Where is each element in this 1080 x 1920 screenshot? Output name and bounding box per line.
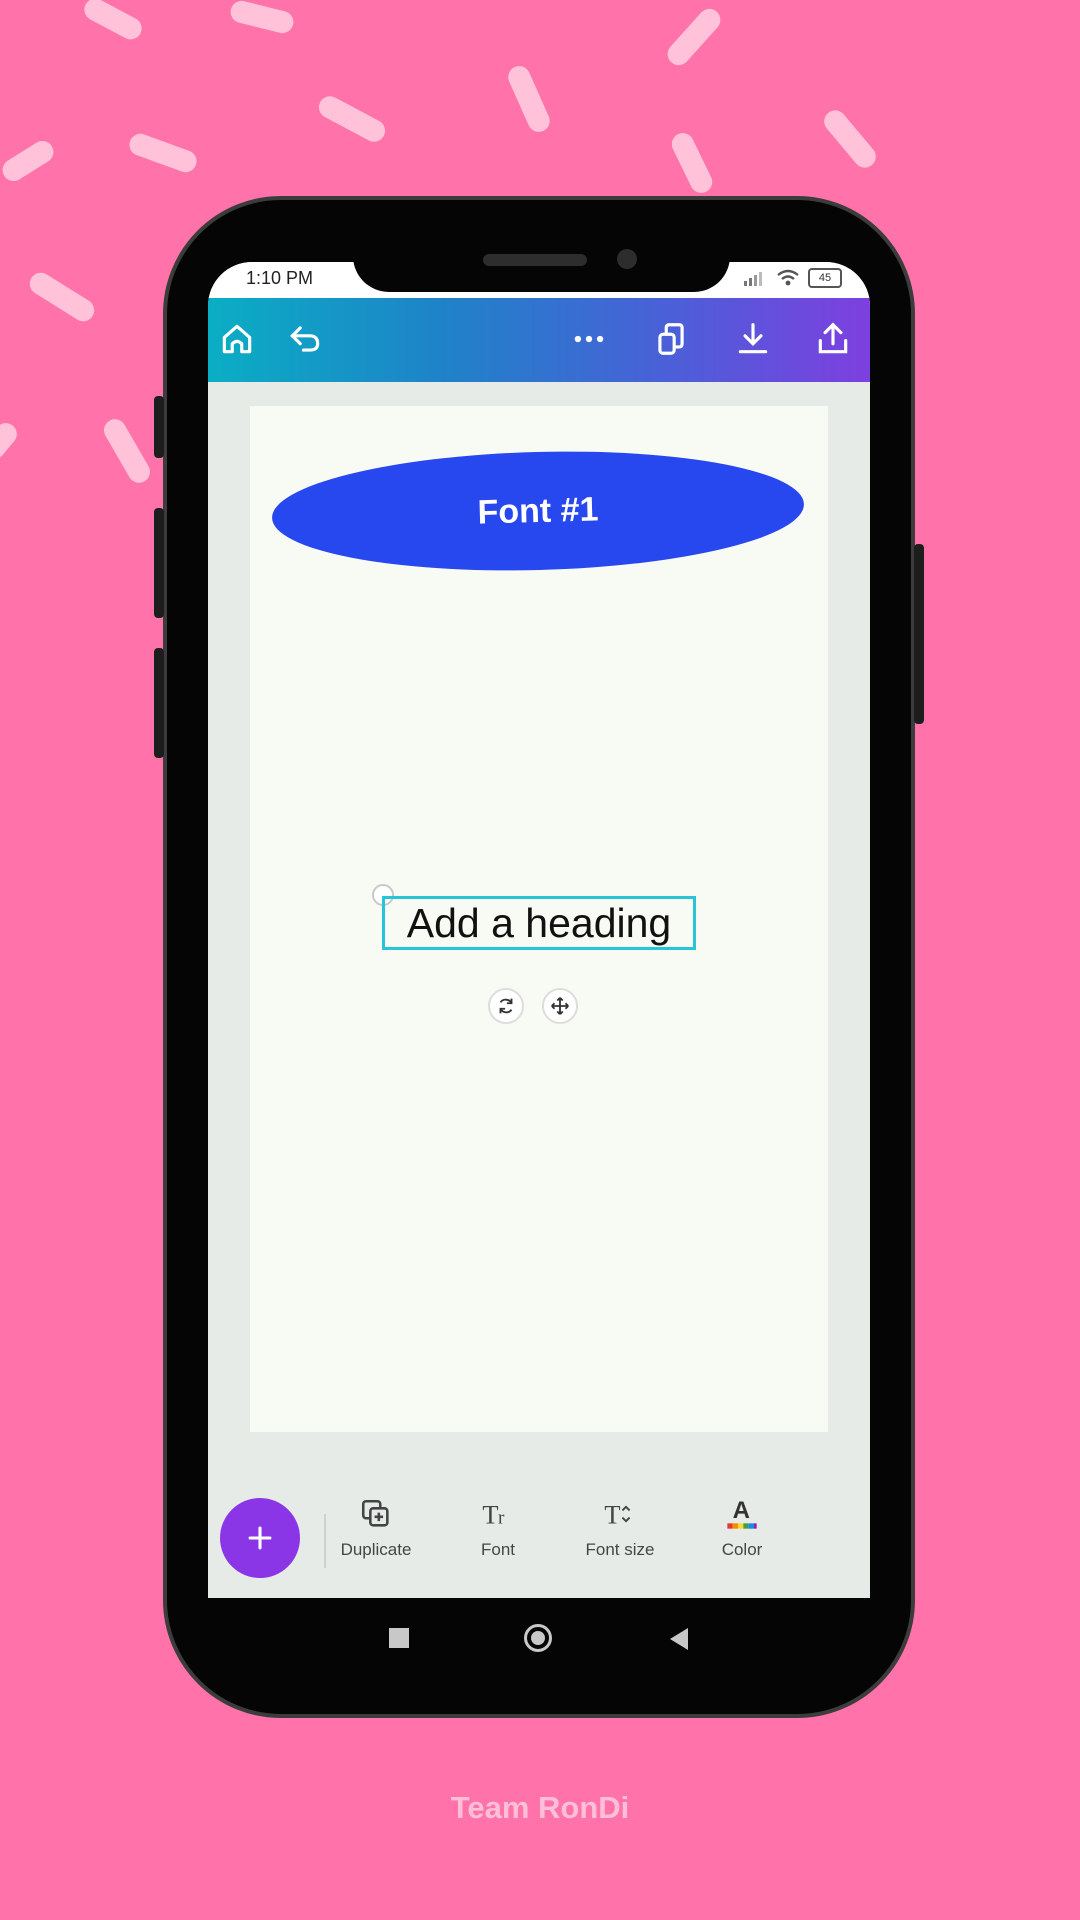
phone-side-button: [154, 396, 164, 458]
font-size-icon: T: [604, 1500, 631, 1530]
font-label: Font: [480, 1540, 516, 1559]
status-icons: 45: [742, 268, 842, 288]
undo-icon[interactable]: [282, 316, 328, 362]
phone-camera: [617, 249, 637, 269]
confetti-decoration: [80, 0, 146, 44]
move-icon[interactable]: [542, 988, 578, 1024]
font-button[interactable]: Tr Font: [448, 1494, 548, 1574]
home-nav-button[interactable]: [524, 1624, 552, 1652]
color-button[interactable]: A Color: [692, 1494, 792, 1574]
font-size-button[interactable]: T Font size: [570, 1494, 670, 1574]
font-size-label: Font size: [585, 1540, 655, 1559]
confetti-decoration: [126, 130, 200, 176]
font-icon: Tr: [482, 1500, 505, 1530]
duplicate-button[interactable]: Duplicate: [326, 1494, 426, 1574]
svg-text:A: A: [733, 1497, 750, 1524]
design-canvas[interactable]: Font #1 Add a heading: [250, 406, 828, 1432]
phone-screen: 1:10 PM 45 Font #1 Add a heading Duplica…: [208, 262, 870, 1598]
add-element-button[interactable]: [220, 1498, 300, 1578]
svg-text:T: T: [604, 1500, 620, 1530]
svg-text:T: T: [482, 1500, 498, 1530]
font-badge-text: Font #1: [477, 489, 599, 532]
confetti-decoration: [819, 105, 881, 173]
phone-side-button: [914, 544, 924, 724]
color-label: Color: [721, 1540, 763, 1559]
home-icon[interactable]: [214, 316, 260, 362]
phone-speaker: [483, 254, 587, 266]
more-icon[interactable]: [566, 316, 612, 362]
signal-icon: [744, 272, 762, 286]
phone-side-button: [154, 508, 164, 618]
editor-bottom-toolbar: Duplicate Tr Font T Font size A Color: [208, 1454, 870, 1598]
font-badge-shape[interactable]: Font #1: [270, 445, 806, 577]
pages-icon[interactable]: [648, 316, 694, 362]
heading-text: Add a heading: [406, 899, 672, 946]
confetti-decoration: [668, 129, 716, 197]
color-icon: A: [727, 1497, 757, 1529]
credit-text: Team RonDi: [450, 1790, 630, 1825]
back-nav-button[interactable]: [670, 1628, 688, 1650]
confetti-decoration: [99, 415, 155, 487]
svg-text:r: r: [498, 1508, 505, 1529]
confetti-decoration: [315, 92, 389, 146]
duplicate-icon: [361, 1499, 389, 1527]
recents-nav-button[interactable]: [389, 1628, 409, 1648]
confetti-decoration: [228, 0, 296, 36]
status-time: 1:10 PM: [246, 268, 314, 288]
confetti-decoration: [25, 268, 99, 326]
duplicate-label: Duplicate: [340, 1540, 412, 1559]
editor-top-toolbar: [208, 298, 870, 382]
rotate-icon[interactable]: [488, 988, 524, 1024]
phone-side-button: [154, 648, 164, 758]
heading-text-box[interactable]: Add a heading: [382, 896, 696, 950]
download-icon[interactable]: [730, 316, 776, 362]
confetti-decoration: [504, 62, 554, 136]
confetti-decoration: [663, 4, 725, 70]
phone-notch: [353, 242, 730, 292]
confetti-decoration: [0, 136, 58, 186]
battery-icon: 45: [808, 268, 842, 288]
plus-icon: [248, 1526, 272, 1550]
wifi-icon: [777, 269, 799, 286]
confetti-decoration: [0, 418, 22, 464]
share-icon[interactable]: [810, 316, 856, 362]
